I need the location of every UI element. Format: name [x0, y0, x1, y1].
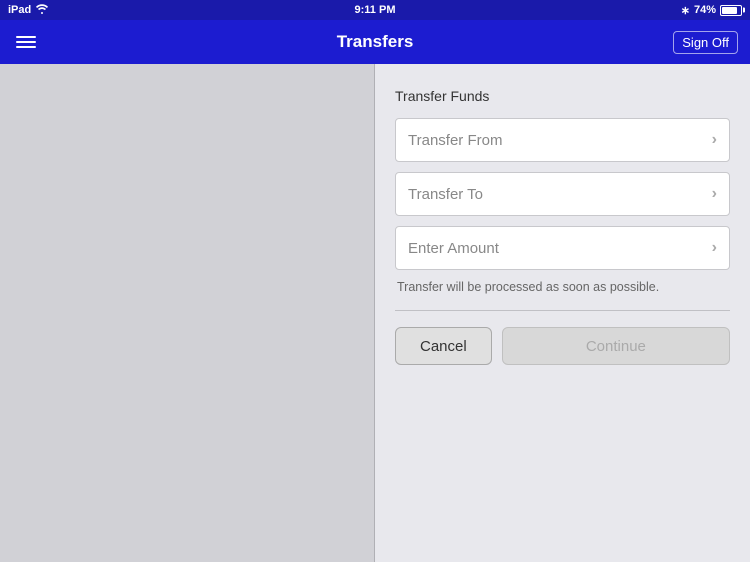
enter-amount-chevron-icon: ›: [712, 239, 717, 257]
transfer-to-field[interactable]: Transfer To ›: [395, 172, 730, 216]
transfer-to-label: Transfer To: [408, 186, 483, 203]
nav-bar: Transfers Sign Off: [0, 20, 750, 64]
transfer-to-chevron-icon: ›: [712, 185, 717, 203]
main-layout: Transfer Funds Transfer From › Transfer …: [0, 64, 750, 562]
wifi-icon: [36, 3, 48, 18]
transfer-from-label: Transfer From: [408, 132, 502, 149]
transfer-from-field[interactable]: Transfer From ›: [395, 118, 730, 162]
section-title: Transfer Funds: [395, 88, 730, 104]
menu-button[interactable]: [12, 32, 40, 52]
sidebar: [0, 64, 375, 562]
battery-percent-label: 74%: [694, 4, 716, 16]
bluetooth-icon: ∗: [681, 4, 690, 17]
cancel-button[interactable]: Cancel: [395, 327, 492, 365]
divider: [395, 310, 730, 311]
status-bar-right: ∗ 74%: [681, 4, 742, 17]
device-label: iPad: [8, 4, 31, 16]
info-text: Transfer will be processed as soon as po…: [397, 280, 730, 294]
sign-off-button[interactable]: Sign Off: [673, 31, 738, 54]
enter-amount-field[interactable]: Enter Amount ›: [395, 226, 730, 270]
status-bar: iPad 9:11 PM ∗ 74%: [0, 0, 750, 20]
status-bar-time: 9:11 PM: [355, 4, 396, 16]
page-title: Transfers: [337, 32, 414, 52]
enter-amount-label: Enter Amount: [408, 240, 499, 257]
continue-button[interactable]: Continue: [502, 327, 730, 365]
button-row: Cancel Continue: [395, 327, 730, 365]
transfer-from-chevron-icon: ›: [712, 131, 717, 149]
battery-icon: [720, 5, 742, 16]
content-area: Transfer Funds Transfer From › Transfer …: [375, 64, 750, 562]
status-bar-left: iPad: [8, 3, 48, 18]
